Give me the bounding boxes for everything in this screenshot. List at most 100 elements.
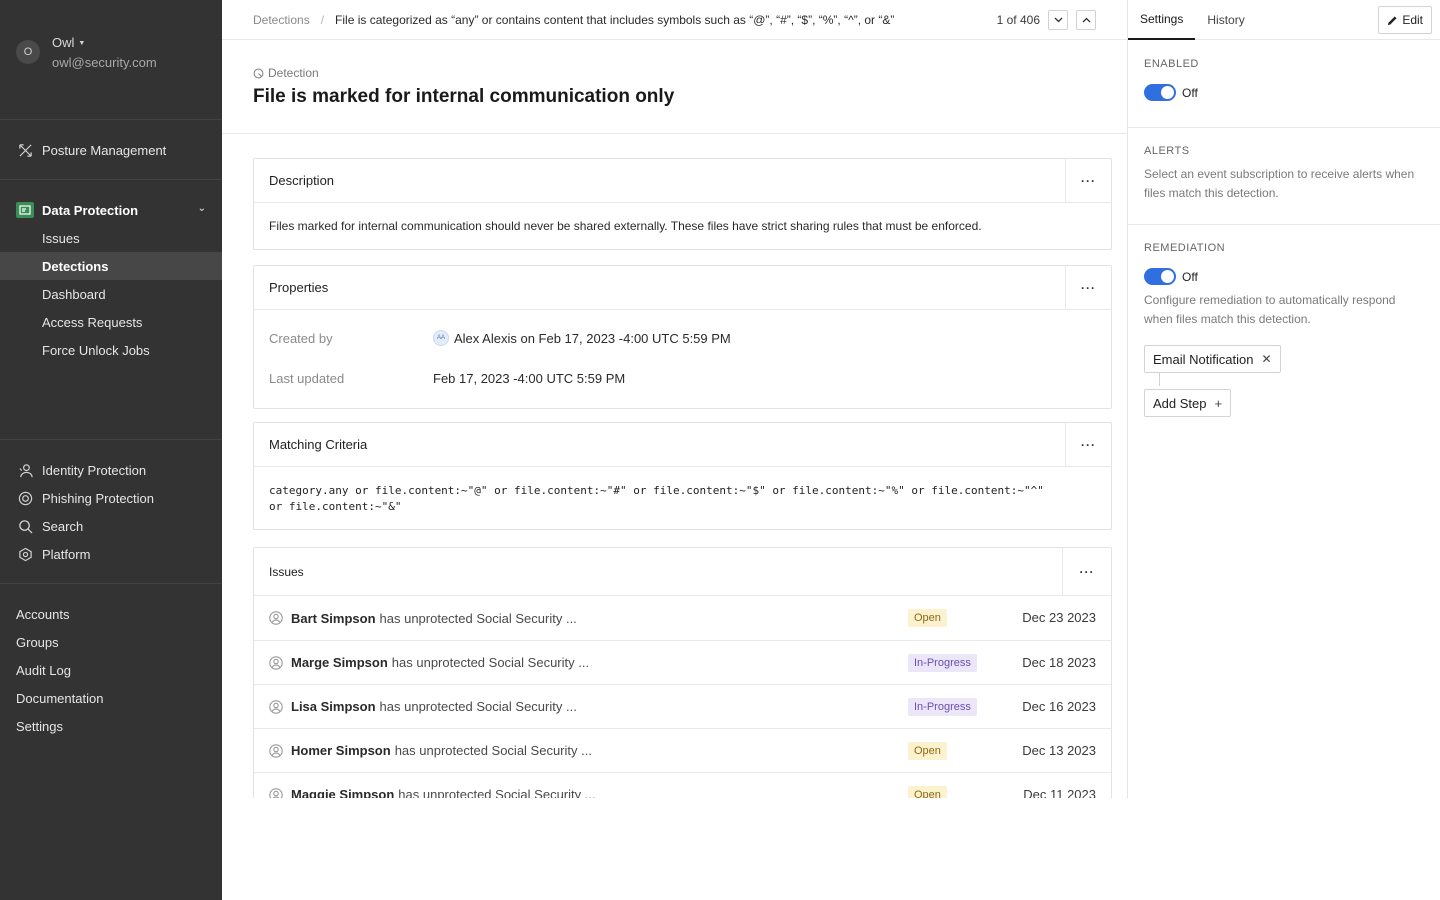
card-title: Properties — [269, 280, 329, 295]
page-title: File is marked for internal communicatio… — [253, 86, 675, 107]
property-value: AA Alex Alexis on Feb 17, 2023 -4:00 UTC… — [433, 330, 731, 346]
sidebar-item-phishing-protection[interactable]: Phishing Protection — [0, 484, 222, 512]
property-label: Created by — [269, 330, 333, 346]
previous-button[interactable] — [1076, 10, 1096, 30]
sidebar: O Owl ▼ owl@security.com Posture Manageme… — [0, 0, 222, 900]
sidebar-item-documentation[interactable]: Documentation — [0, 684, 222, 712]
enabled-section: ENABLED Off — [1128, 40, 1440, 128]
issue-date: Dec 16 2023 — [1022, 699, 1096, 714]
sidebar-item-label: Search — [42, 518, 84, 534]
breadcrumb-separator: / — [320, 12, 325, 27]
tab-history[interactable]: History — [1195, 0, 1256, 40]
issue-person: Marge Simpson — [291, 655, 388, 670]
issue-description: has unprotected Social Security ... — [379, 699, 577, 714]
sidebar-item-label: Data Protection — [42, 202, 139, 218]
sidebar-item-posture-management[interactable]: Posture Management — [0, 136, 222, 164]
edit-button[interactable]: Edit — [1378, 6, 1432, 34]
person-icon — [269, 699, 283, 714]
user-name-text: Owl — [52, 35, 75, 50]
enabled-toggle[interactable] — [1144, 84, 1176, 101]
card-header: Issues ··· — [254, 548, 1111, 596]
issues-list: Bart Simpson has unprotected Social Secu… — [254, 596, 1111, 798]
card-header: Matching Criteria ··· — [254, 423, 1111, 467]
issue-person: Homer Simpson — [291, 743, 391, 758]
criteria-line: or file.content:~"&" — [269, 500, 402, 513]
property-value: Feb 17, 2023 -4:00 UTC 5:59 PM — [433, 370, 626, 386]
nav-section-admin: Accounts Groups Audit Log Documentation … — [0, 584, 222, 740]
card-header: Properties ··· — [254, 266, 1111, 310]
sidebar-item-platform[interactable]: Platform — [0, 540, 222, 568]
chevron-up-icon — [1082, 17, 1090, 23]
enabled-toggle-row: Off — [1144, 84, 1198, 101]
table-row[interactable]: Lisa Simpson has unprotected Social Secu… — [254, 684, 1111, 728]
properties-card: Properties ··· Created by AA Alex Alexis… — [253, 265, 1112, 409]
remediation-description: Configure remediation to automatically r… — [1144, 293, 1396, 326]
more-options-button[interactable]: ··· — [1062, 548, 1111, 595]
sidebar-item-identity-protection[interactable]: Identity Protection — [0, 456, 222, 484]
table-row[interactable]: Maggie Simpson has unprotected Social Se… — [254, 772, 1111, 798]
sidebar-item-search[interactable]: Search — [0, 512, 222, 540]
issue-description: has unprotected Social Security ... — [379, 610, 577, 626]
more-options-button[interactable]: ··· — [1065, 423, 1111, 466]
status-badge: Open — [908, 742, 947, 760]
breadcrumb-current: File is categorized as “any” or contains… — [335, 12, 895, 27]
step-label: Email Notification — [1153, 351, 1254, 367]
add-step-button[interactable]: Add Step + — [1144, 389, 1232, 417]
sidebar-item-detections[interactable]: Detections — [0, 252, 222, 280]
toggle-state: Off — [1182, 85, 1198, 100]
table-row[interactable]: Bart Simpson has unprotected Social Secu… — [254, 596, 1111, 640]
main-content: Detections / File is categorized as “any… — [222, 0, 1128, 798]
sidebar-item-settings[interactable]: Settings — [0, 712, 222, 740]
more-options-button[interactable]: ··· — [1065, 159, 1111, 202]
status-badge: Open — [908, 786, 947, 798]
sidebar-item-data-protection[interactable]: Data Protection ⌄ — [0, 196, 222, 224]
breadcrumb-root[interactable]: Detections — [253, 13, 310, 27]
identity-icon — [16, 461, 34, 479]
table-row[interactable]: Homer Simpson has unprotected Social Sec… — [254, 728, 1111, 772]
user-name[interactable]: Owl ▼ — [52, 35, 85, 50]
sidebar-item-accounts[interactable]: Accounts — [0, 600, 222, 628]
pager-count: 1 of 406 — [996, 13, 1040, 27]
remediation-toggle[interactable] — [1144, 268, 1176, 285]
more-options-button[interactable]: ··· — [1065, 266, 1111, 309]
nav-section-posture: Posture Management — [0, 120, 222, 180]
card-title: Matching Criteria — [269, 437, 368, 452]
issue-description: has unprotected Social Security ... — [398, 787, 596, 798]
sidebar-item-issues[interactable]: Issues — [0, 224, 222, 252]
issue-person: Maggie Simpson — [291, 787, 395, 798]
close-icon[interactable]: ✕ — [1261, 352, 1271, 366]
person-icon — [269, 655, 283, 670]
user-email: owl@security.com — [52, 55, 157, 70]
sidebar-item-audit-log[interactable]: Audit Log — [0, 656, 222, 684]
person-icon — [269, 611, 283, 625]
properties-body: Created by AA Alex Alexis on Feb 17, 202… — [254, 310, 1111, 408]
tab-settings[interactable]: Settings — [1128, 0, 1196, 40]
chevron-down-icon[interactable]: ⌄ — [198, 203, 206, 214]
panel-tabs: Settings History Edit — [1128, 0, 1440, 40]
sidebar-item-label: Platform — [42, 546, 91, 562]
sidebar-item-force-unlock-jobs[interactable]: Force Unlock Jobs — [0, 336, 222, 364]
section-heading: REMEDIATION — [1144, 242, 1226, 254]
search-icon — [16, 517, 34, 535]
sidebar-item-label: Identity Protection — [42, 462, 147, 478]
sidebar-item-groups[interactable]: Groups — [0, 628, 222, 656]
page-header: Detection File is marked for internal co… — [222, 40, 1127, 134]
next-button[interactable] — [1048, 10, 1068, 30]
sidebar-item-access-requests[interactable]: Access Requests — [0, 308, 222, 336]
alerts-section: ALERTS Select an event subscription to r… — [1128, 128, 1440, 225]
detail-panel: Settings History Edit ENABLED Off ALERTS… — [1128, 0, 1440, 798]
target-icon — [16, 489, 34, 507]
alerts-description: Select an event subscription to receive … — [1144, 167, 1415, 200]
chevron-down-icon — [1054, 17, 1062, 23]
step-email-notification[interactable]: Email Notification ✕ — [1144, 345, 1281, 373]
remediation-toggle-row: Off — [1144, 268, 1198, 285]
issue-description: has unprotected Social Security ... — [391, 655, 590, 670]
section-heading: ALERTS — [1144, 145, 1190, 157]
breadcrumb: Detections / File is categorized as “any… — [222, 0, 1127, 40]
user-menu[interactable]: O Owl ▼ owl@security.com — [0, 0, 222, 120]
sidebar-item-dashboard[interactable]: Dashboard — [0, 280, 222, 308]
card-title: Description — [269, 173, 335, 188]
table-row[interactable]: Marge Simpson has unprotected Social Sec… — [254, 640, 1111, 684]
edit-button-label: Edit — [1402, 13, 1423, 27]
nav-section-data-protection: Data Protection ⌄ Issues Detections Dash… — [0, 180, 222, 440]
